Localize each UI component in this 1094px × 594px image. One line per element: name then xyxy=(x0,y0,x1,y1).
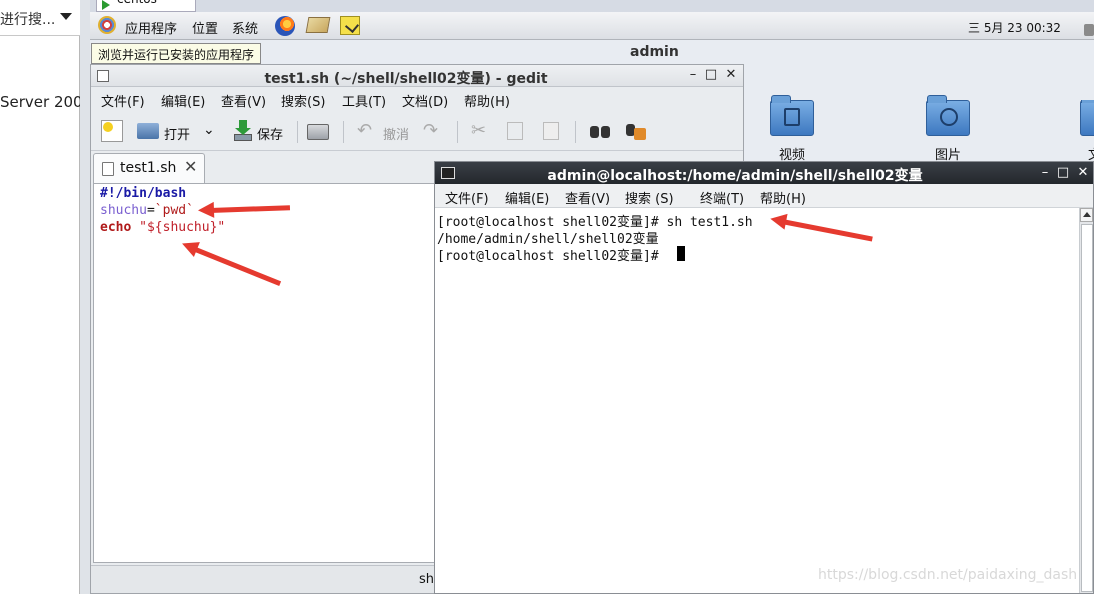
firefox-icon[interactable] xyxy=(275,16,295,36)
code-line-assignment: shuchu=`pwd` xyxy=(100,203,194,218)
paste-icon[interactable] xyxy=(543,122,559,140)
gedit-window-title: test1.sh (~/shell/shell02变量) - gedit xyxy=(264,71,548,87)
vm-tab-bar xyxy=(90,0,1094,12)
code-line-echo: echo "${shuchu}" xyxy=(100,220,225,235)
terminal-output[interactable]: [root@localhost shell02变量]# sh test1.sh … xyxy=(435,208,1079,593)
vm-tab[interactable]: centos xyxy=(96,0,196,12)
document-icon xyxy=(102,162,114,176)
open-folder-icon[interactable] xyxy=(137,123,159,139)
documents-folder-icon[interactable] xyxy=(1080,100,1094,136)
terminal-menu-search[interactable]: 搜索 (S) xyxy=(625,188,674,207)
status-text: sh xyxy=(419,572,435,587)
terminal-menu-help[interactable]: 帮助(H) xyxy=(760,188,806,207)
mail-icon[interactable] xyxy=(305,17,331,33)
terminal-scrollbar[interactable] xyxy=(1079,208,1093,593)
host-divider xyxy=(80,0,90,594)
gnome-foot-icon[interactable] xyxy=(98,16,116,34)
menu-edit[interactable]: 编辑(E) xyxy=(161,91,205,110)
play-icon xyxy=(102,0,110,10)
dropdown-arrow-icon[interactable] xyxy=(60,13,72,20)
code-equals: = xyxy=(146,203,155,218)
desktop-title: admin xyxy=(630,44,679,60)
terminal-line-prompt: [root@localhost shell02变量]# xyxy=(437,249,667,264)
minimize-icon[interactable]: – xyxy=(1037,165,1053,180)
terminal-window-title: admin@localhost:/home/admin/shell/shell0… xyxy=(547,168,923,184)
toolbar-separator xyxy=(297,121,298,143)
undo-button[interactable]: 撤消 xyxy=(383,124,409,143)
save-button[interactable]: 保存 xyxy=(257,124,283,143)
terminal-menu-edit[interactable]: 编辑(E) xyxy=(505,188,549,207)
watermark: https://blog.csdn.net/paidaxing_dash xyxy=(818,567,1078,583)
film-icon xyxy=(784,108,800,126)
notes-icon[interactable] xyxy=(340,16,360,35)
new-document-icon[interactable] xyxy=(101,120,123,142)
print-icon[interactable] xyxy=(307,124,329,140)
close-icon[interactable]: ✕ xyxy=(1075,165,1091,180)
menu-view[interactable]: 查看(V) xyxy=(221,91,266,110)
host-server-label: Server 2003 xyxy=(0,93,80,111)
video-folder-icon[interactable] xyxy=(770,95,814,136)
gedit-document-tab[interactable]: test1.sh ✕ xyxy=(93,153,205,183)
terminal-window: admin@localhost:/home/admin/shell/shell0… xyxy=(434,161,1094,594)
maximize-icon[interactable]: □ xyxy=(1055,165,1071,180)
menu-documents[interactable]: 文档(D) xyxy=(402,91,448,110)
gedit-titlebar[interactable]: test1.sh (~/shell/shell02变量) - gedit – □… xyxy=(91,65,743,87)
tray-icon[interactable] xyxy=(1084,24,1094,36)
camera-icon xyxy=(940,108,958,126)
find-binoculars-icon[interactable] xyxy=(589,120,611,142)
terminal-titlebar[interactable]: admin@localhost:/home/admin/shell/shell0… xyxy=(435,162,1093,184)
host-sidebar xyxy=(0,0,80,594)
save-icon[interactable] xyxy=(231,120,253,142)
terminal-menu-view[interactable]: 查看(V) xyxy=(565,188,610,207)
undo-icon[interactable]: ↶ xyxy=(357,120,379,142)
close-icon[interactable]: ✕ xyxy=(723,67,739,83)
vm-tab-label: centos xyxy=(117,0,157,6)
cut-icon[interactable]: ✂ xyxy=(471,120,493,142)
gedit-toolbar: 打开 ⌄ 保存 ↶ 撤消 ↷ ✂ xyxy=(91,113,743,151)
code-line-shebang: #!/bin/bash xyxy=(100,186,187,201)
panel-menu-system[interactable]: 系统 xyxy=(232,18,258,37)
find-replace-icon[interactable] xyxy=(625,120,647,142)
scrollbar-thumb[interactable] xyxy=(1081,224,1093,592)
code-variable: shuchu xyxy=(100,203,147,218)
menu-tools[interactable]: 工具(T) xyxy=(342,91,386,110)
gedit-menubar: 文件(F) 编辑(E) 查看(V) 搜索(S) 工具(T) 文档(D) 帮助(H… xyxy=(91,87,743,111)
terminal-menu-file[interactable]: 文件(F) xyxy=(445,188,489,207)
terminal-menu-terminal[interactable]: 终端(T) xyxy=(700,188,744,207)
scroll-up-arrow-icon[interactable] xyxy=(1080,208,1093,222)
pictures-folder-icon[interactable] xyxy=(926,95,970,136)
open-dropdown-chevron-icon[interactable]: ⌄ xyxy=(203,122,215,138)
applications-tooltip: 浏览并运行已安装的应用程序 xyxy=(91,43,262,64)
minimize-icon[interactable]: – xyxy=(685,67,701,83)
terminal-menubar: 文件(F) 编辑(E) 查看(V) 搜索 (S) 终端(T) 帮助(H) xyxy=(435,184,1093,208)
toolbar-separator xyxy=(457,121,458,143)
toolbar-separator xyxy=(575,121,576,143)
panel-menu-places[interactable]: 位置 xyxy=(192,18,218,37)
panel-clock[interactable]: 三 5月 23 00:32 xyxy=(968,19,1061,36)
tab-close-icon[interactable]: ✕ xyxy=(184,157,197,176)
code-command-substitution: `pwd` xyxy=(154,203,194,218)
tab-label: test1.sh xyxy=(120,160,177,176)
open-button[interactable]: 打开 xyxy=(164,124,190,143)
redo-icon[interactable]: ↷ xyxy=(423,120,445,142)
maximize-icon[interactable]: □ xyxy=(703,67,719,83)
menu-help[interactable]: 帮助(H) xyxy=(464,91,510,110)
code-keyword: echo xyxy=(100,220,132,235)
menu-file[interactable]: 文件(F) xyxy=(101,91,145,110)
host-search-box[interactable]: 进行搜... xyxy=(0,0,80,36)
menu-search[interactable]: 搜索(S) xyxy=(281,91,325,110)
copy-icon[interactable] xyxy=(507,122,523,140)
terminal-cursor xyxy=(677,246,685,261)
code-string: "${shuchu}" xyxy=(139,220,226,235)
panel-menu-applications[interactable]: 应用程序 xyxy=(125,18,177,37)
host-search-text: 进行搜... xyxy=(0,12,56,28)
toolbar-separator xyxy=(343,121,344,143)
